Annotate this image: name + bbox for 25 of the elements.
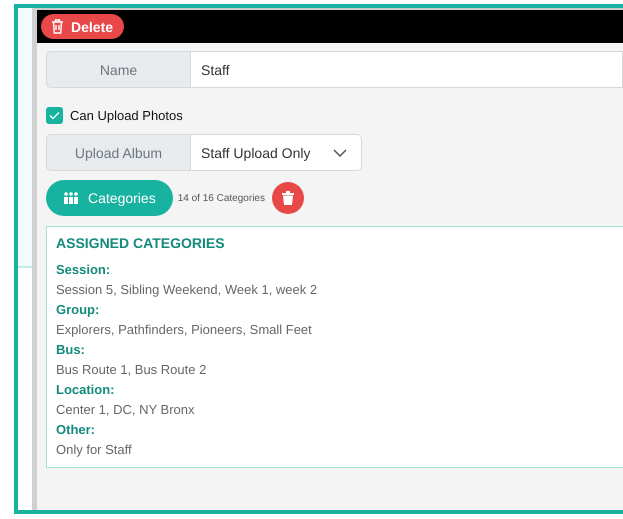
category-values: Session 5, Sibling Weekend, Week 1, week 2 — [56, 281, 318, 299]
trash-icon — [51, 19, 64, 34]
checkbox[interactable] — [46, 107, 63, 124]
field-label: Name — [46, 51, 191, 88]
category-label: Location: — [56, 381, 116, 399]
category-values: Only for Staff — [56, 441, 133, 459]
delete-button[interactable]: Delete — [41, 14, 124, 39]
category-label: Group: — [56, 301, 100, 319]
category-label: Other: — [56, 421, 96, 439]
categories-count: 14 of 16 Categories — [178, 192, 265, 204]
category-values: Center 1, DC, NY Bronx — [56, 401, 196, 419]
check-icon — [49, 111, 60, 120]
category-values: Explorers, Pathfinders, Pioneers, Small Feet — [56, 321, 313, 339]
field-label: Upload Album — [46, 134, 191, 171]
album-select[interactable]: Staff Upload Only — [191, 134, 362, 171]
people-icon — [63, 192, 79, 204]
category-values: Bus Route 1, Bus Route 2 — [56, 361, 208, 379]
category-label: Bus: — [56, 341, 86, 359]
category-label: Session: — [56, 261, 112, 279]
card-title: ASSIGNED CATEGORIES — [56, 235, 226, 251]
delete-icon-button[interactable] — [272, 182, 304, 214]
trash-icon — [282, 191, 294, 205]
chevron-down-icon — [333, 148, 347, 156]
checkbox-label: Can Upload Photos — [70, 108, 183, 123]
name-field[interactable]: Staff — [191, 51, 623, 88]
